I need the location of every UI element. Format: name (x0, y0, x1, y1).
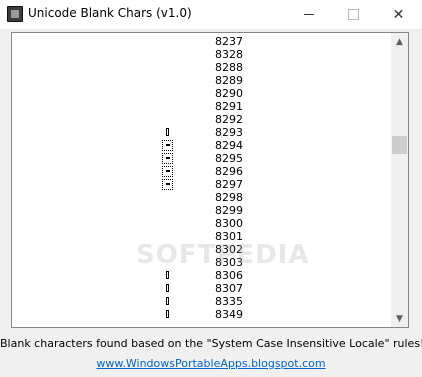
vertical-scrollbar[interactable]: ▲ ▼ (391, 33, 408, 327)
char-code: 8295 (215, 152, 243, 165)
char-code: 8293 (215, 126, 243, 139)
chevron-down-icon: ▼ (396, 313, 403, 324)
char-code: 8300 (215, 217, 243, 230)
char-code: 8291 (215, 100, 243, 113)
status-text: Blank characters found based on the "Sys… (0, 337, 422, 350)
close-button[interactable]: ✕ (376, 0, 421, 29)
char-code: 8298 (215, 191, 243, 204)
scroll-up-button[interactable]: ▲ (391, 33, 408, 50)
dotted-box-glyph (162, 178, 174, 191)
char-code: 8292 (215, 113, 243, 126)
char-code: 8306 (215, 269, 243, 282)
char-code: 8299 (215, 204, 243, 217)
list-item[interactable]: 8237 (12, 35, 392, 48)
scroll-thumb[interactable] (392, 136, 407, 154)
maximize-icon (348, 9, 359, 20)
narrow-box-glyph (162, 282, 174, 295)
list-item[interactable]: 8306 (12, 269, 392, 282)
char-code: 8294 (215, 139, 243, 152)
list-item[interactable]: 8296 (12, 165, 392, 178)
minimize-icon (303, 14, 314, 15)
char-code: 8297 (215, 178, 243, 191)
window-title: Unicode Blank Chars (v1.0) (28, 6, 192, 20)
list-item[interactable]: 8292 (12, 113, 392, 126)
list-item[interactable]: 8290 (12, 87, 392, 100)
narrow-box-glyph (162, 126, 174, 139)
narrow-box-glyph (162, 295, 174, 308)
list-item[interactable]: 8294 (12, 139, 392, 152)
char-code: 8328 (215, 48, 243, 61)
blank-chars-list[interactable]: 8237 8328 8288 8289 8290 8291 8292 8293 8294 8295… (11, 32, 409, 328)
char-code: 8290 (215, 87, 243, 100)
minimize-button[interactable] (286, 0, 331, 29)
app-icon (7, 6, 23, 22)
list-item[interactable]: 8300 (12, 217, 392, 230)
list-item[interactable]: 8335 (12, 295, 392, 308)
list-item[interactable]: 8349 (12, 308, 392, 321)
title-bar: Unicode Blank Chars (v1.0) ✕ (0, 0, 422, 29)
list-content: 8237 8328 8288 8289 8290 8291 8292 8293 8294 8295… (12, 34, 392, 326)
website-link[interactable]: www.WindowsPortableApps.blogspot.com (0, 357, 422, 370)
char-code: 8296 (215, 165, 243, 178)
list-item[interactable]: 8291 (12, 100, 392, 113)
narrow-box-glyph (162, 269, 174, 282)
char-code: 8335 (215, 295, 243, 308)
dotted-box-glyph (162, 152, 174, 165)
char-code: 8289 (215, 74, 243, 87)
scroll-down-button[interactable]: ▼ (391, 310, 408, 327)
close-icon: ✕ (392, 6, 405, 23)
list-item[interactable]: 8328 (12, 48, 392, 61)
narrow-box-glyph (162, 308, 174, 321)
char-code: 8288 (215, 61, 243, 74)
list-item[interactable]: 8299 (12, 204, 392, 217)
char-code: 8349 (215, 308, 243, 321)
softpedia-watermark: SOFTPEDIA (136, 240, 310, 270)
list-item[interactable]: 8297 (12, 178, 392, 191)
dotted-box-glyph (162, 139, 174, 152)
maximize-button[interactable] (331, 0, 376, 29)
list-item[interactable]: 8298 (12, 191, 392, 204)
list-item[interactable]: 8293 (12, 126, 392, 139)
char-code: 8307 (215, 282, 243, 295)
char-code: 8237 (215, 35, 243, 48)
chevron-up-icon: ▲ (396, 36, 403, 47)
list-item[interactable]: 8288 (12, 61, 392, 74)
list-item[interactable]: 8289 (12, 74, 392, 87)
dotted-box-glyph (162, 165, 174, 178)
list-item[interactable]: 8307 (12, 282, 392, 295)
list-item[interactable]: 8295 (12, 152, 392, 165)
